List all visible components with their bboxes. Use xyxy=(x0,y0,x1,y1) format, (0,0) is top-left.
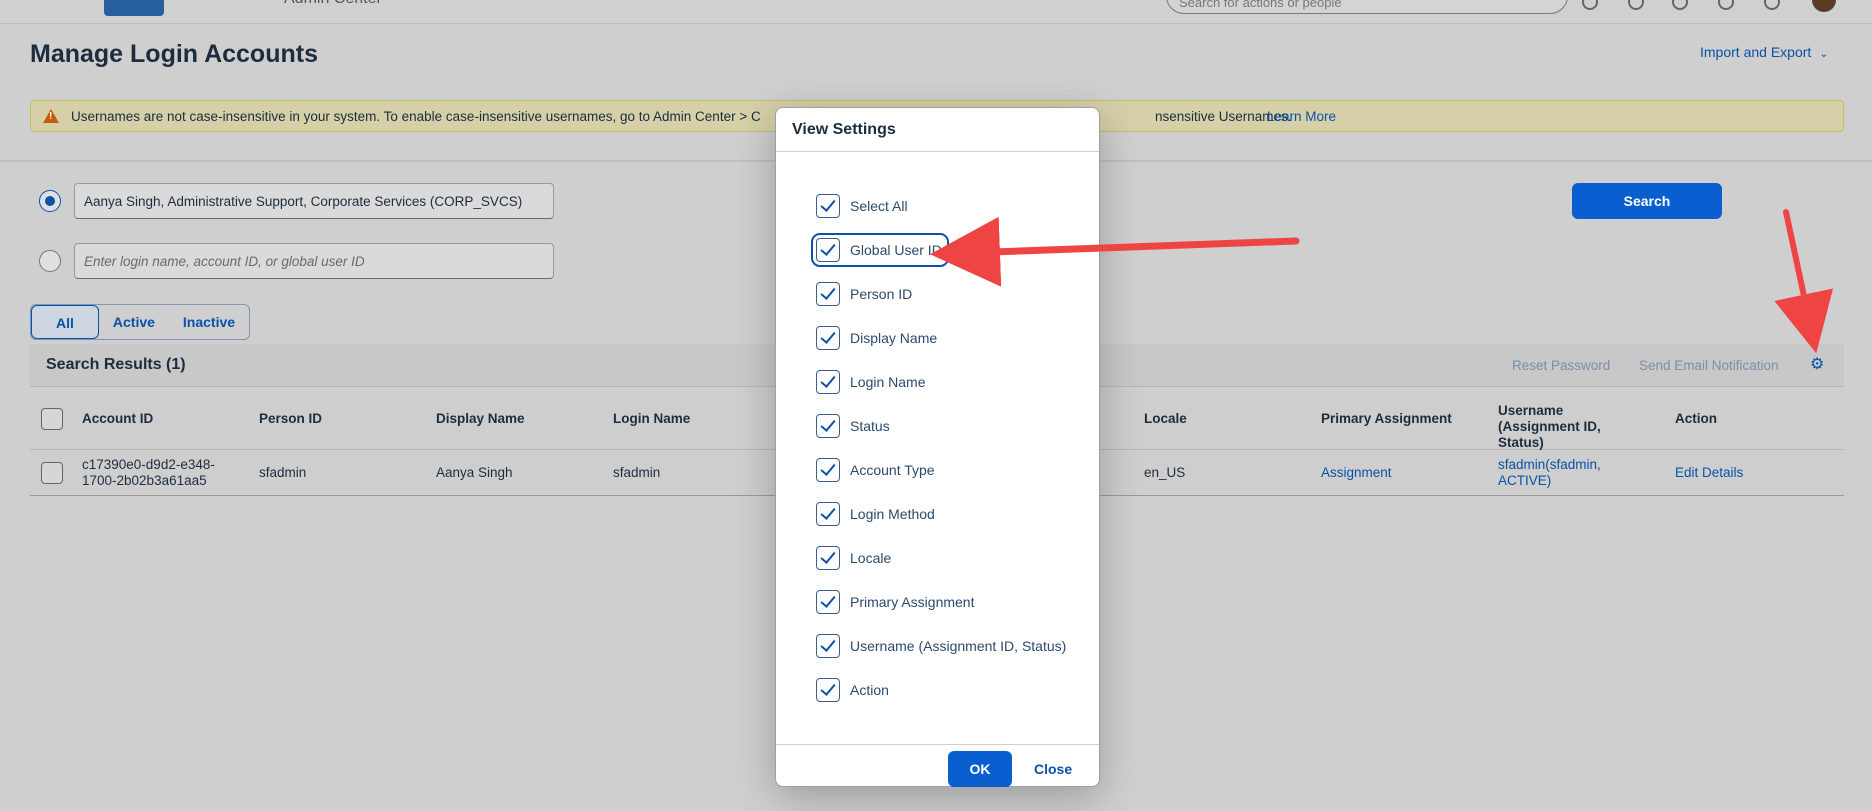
chevron-down-icon: ⌄ xyxy=(1819,48,1829,60)
option-label: Person ID xyxy=(850,286,913,302)
arrow-to-settings-gear xyxy=(1774,209,1834,354)
col-primary-assignment[interactable]: Primary Assignment xyxy=(1321,411,1452,427)
close-button[interactable]: Close xyxy=(1034,761,1072,777)
cell-display-name: Aanya Singh xyxy=(436,465,513,480)
warning-text: Usernames are not case-insensitive in yo… xyxy=(71,109,761,124)
results-title: Search Results (1) xyxy=(46,356,186,373)
checkbox-checked[interactable] xyxy=(816,194,840,218)
learn-more-link[interactable]: Learn More xyxy=(1267,109,1336,124)
dialog-header: View Settings xyxy=(776,108,1099,152)
option-label: Login Name xyxy=(850,374,926,390)
checkbox-checked[interactable] xyxy=(816,590,840,614)
person-search-field[interactable]: Aanya Singh, Administrative Support, Cor… xyxy=(74,183,554,219)
send-email-button[interactable]: Send Email Notification xyxy=(1639,358,1779,373)
cell-login-name: sfadmin xyxy=(613,465,661,480)
checkbox-checked[interactable] xyxy=(816,458,840,482)
dialog-title: View Settings xyxy=(792,121,896,138)
import-export-label: Import and Export xyxy=(1700,44,1812,60)
view-settings-dialog: View Settings Select All Global User ID … xyxy=(775,107,1100,787)
settings-icon[interactable] xyxy=(1718,0,1734,10)
avatar[interactable] xyxy=(1812,0,1836,12)
checkbox-checked[interactable] xyxy=(816,546,840,570)
status-filter: All Active Inactive xyxy=(30,304,251,340)
shell-title: Admin Center xyxy=(284,0,382,8)
notifications-icon[interactable] xyxy=(1764,0,1780,10)
checkbox-checked[interactable] xyxy=(816,370,840,394)
cell-person-id: sfadmin xyxy=(259,465,307,480)
reset-password-button[interactable]: Reset Password xyxy=(1512,358,1610,373)
location-icon[interactable] xyxy=(1628,0,1644,10)
col-username[interactable]: Username (Assignment ID, Status) xyxy=(1498,403,1648,451)
page-title: Manage Login Accounts xyxy=(30,40,318,68)
checkbox-checked[interactable] xyxy=(816,502,840,526)
checkbox-checked[interactable] xyxy=(816,238,840,262)
ok-button[interactable]: OK xyxy=(948,751,1012,787)
filter-inactive[interactable]: Inactive xyxy=(169,305,249,339)
option-label: Status xyxy=(850,418,890,434)
checkbox-checked[interactable] xyxy=(816,326,840,350)
col-locale[interactable]: Locale xyxy=(1144,411,1187,427)
option-label: Locale xyxy=(850,550,892,566)
settings-gear-icon[interactable]: ⚙ xyxy=(1810,354,1830,374)
sap-logo[interactable] xyxy=(104,0,164,16)
search-button[interactable]: Search xyxy=(1572,183,1722,219)
option-label: Display Name xyxy=(850,330,938,346)
warning-icon xyxy=(43,109,59,123)
option-label: Primary Assignment xyxy=(850,594,975,610)
login-search-input[interactable]: Enter login name, account ID, or global … xyxy=(74,243,554,279)
filter-all[interactable]: All xyxy=(31,305,99,339)
checkbox-checked[interactable] xyxy=(816,634,840,658)
option-label: Login Method xyxy=(850,506,935,522)
assignment-link[interactable]: Assignment xyxy=(1321,465,1392,481)
global-search-placeholder: Search for actions or people xyxy=(1179,0,1342,10)
checkbox-checked[interactable] xyxy=(816,282,840,306)
col-action[interactable]: Action xyxy=(1675,411,1717,427)
radio-search-person[interactable] xyxy=(39,190,61,212)
shell-bar: Admin Center Search for actions or peopl… xyxy=(0,0,1872,24)
username-link[interactable]: sfadmin(sfadmin, ACTIVE) xyxy=(1498,457,1618,489)
help-icon[interactable] xyxy=(1672,0,1688,10)
radio-search-login[interactable] xyxy=(39,250,61,272)
edit-details-link[interactable]: Edit Details xyxy=(1675,465,1743,481)
cell-locale: en_US xyxy=(1144,465,1186,480)
filter-active[interactable]: Active xyxy=(99,305,169,339)
option-label: Username (Assignment ID, Status) xyxy=(850,638,1067,654)
checkbox-checked[interactable] xyxy=(816,414,840,438)
col-display-name[interactable]: Display Name xyxy=(436,411,525,427)
option-label: Select All xyxy=(850,198,908,214)
option-label: Global User ID xyxy=(850,242,942,258)
option-label: Account Type xyxy=(850,462,935,478)
checkbox-checked[interactable] xyxy=(816,678,840,702)
import-export-menu[interactable]: Import and Export ⌄ xyxy=(1700,44,1829,60)
row-checkbox[interactable] xyxy=(41,462,63,484)
option-global-user-id[interactable]: Global User ID xyxy=(811,233,949,267)
option-label: Action xyxy=(850,682,889,698)
col-login-name[interactable]: Login Name xyxy=(613,411,690,427)
search-icon[interactable] xyxy=(1582,0,1598,10)
col-person-id[interactable]: Person ID xyxy=(259,411,322,427)
select-all-checkbox[interactable] xyxy=(41,408,63,430)
global-search-input[interactable]: Search for actions or people xyxy=(1166,0,1568,14)
dialog-footer: OK Close xyxy=(776,744,1099,788)
col-account-id[interactable]: Account ID xyxy=(82,411,153,427)
cell-account-id: c17390e0-d9d2-e348-1700-2b02b3a61aa5 xyxy=(82,457,215,488)
